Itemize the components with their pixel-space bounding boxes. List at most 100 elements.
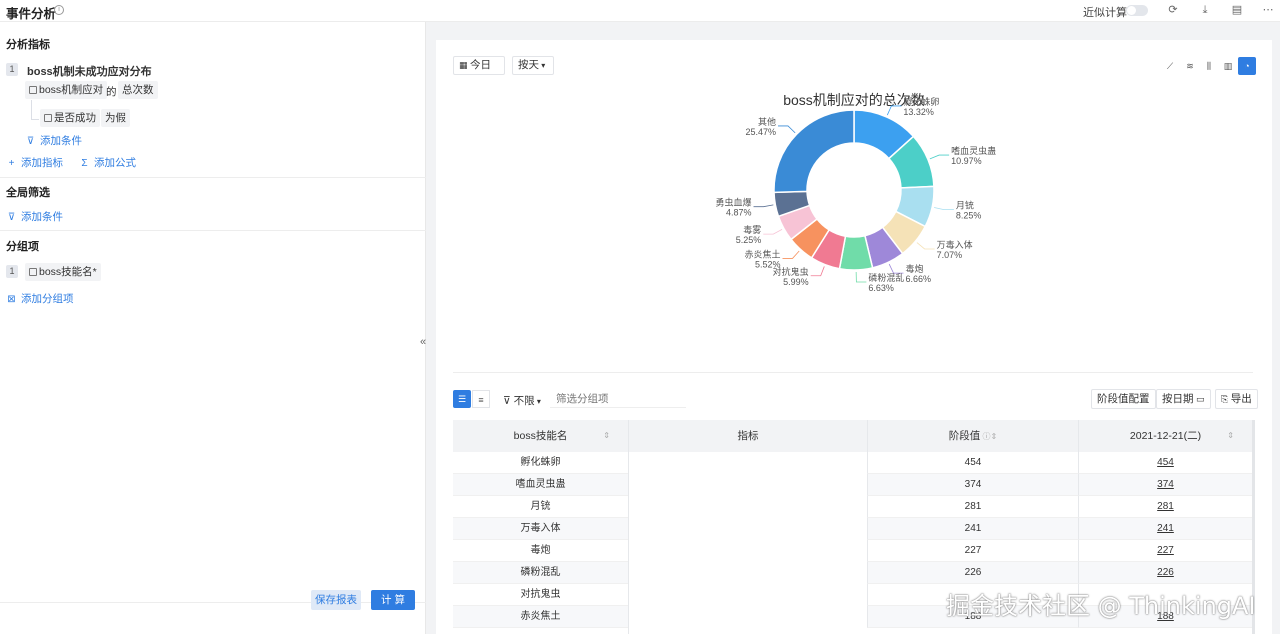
export-button[interactable]: ⎘ 导出 (1215, 389, 1258, 409)
table-row-stage-value: 241 (867, 518, 1078, 540)
sort-icon[interactable]: ⇕ (603, 420, 610, 452)
table-row-name: 万毒入体 (453, 518, 628, 540)
column-header-metric: 指标 (628, 420, 867, 452)
slice-percent-label: 5.99% (783, 277, 809, 287)
filter-icon: ⊽ (26, 136, 35, 147)
label-leader-line (916, 242, 935, 250)
global-add-condition-link[interactable]: ⊽ 添加条件 (6, 209, 63, 224)
slice-label: 赤炎焦土 (744, 248, 780, 259)
download-icon[interactable]: ⤓ (1198, 3, 1212, 17)
sort-icon[interactable]: ⇕ (991, 432, 998, 441)
table-row-stage-value: 227 (867, 540, 1078, 562)
slice-label: 毒炮 (905, 263, 923, 274)
calculate-button[interactable]: 计 算 (371, 590, 415, 610)
slice-percent-label: 13.32% (903, 107, 934, 117)
info-icon[interactable]: i (54, 5, 64, 15)
group-filter-dropdown[interactable]: ⊽ 不限 ▾ (503, 393, 541, 408)
label-leader-line (929, 154, 950, 160)
stage-config-button[interactable]: 阶段值配置 (1091, 389, 1156, 409)
refresh-icon[interactable]: ⟳ (1166, 3, 1180, 17)
divider (0, 177, 426, 178)
table-row-name: 月铳 (453, 496, 628, 518)
slice-percent-label: 8.25% (956, 211, 982, 221)
export-label: 导出 (1230, 393, 1252, 405)
table-row-day-value[interactable]: 227 (1078, 540, 1252, 562)
slice-label: 毒雾 (743, 224, 761, 235)
label-leader-line (782, 250, 800, 259)
collapse-panel-icon[interactable]: « (420, 336, 426, 348)
add-formula-link[interactable]: Σ 添加公式 (79, 155, 136, 170)
slice-percent-label: 4.87% (726, 208, 752, 218)
column-header-name[interactable]: boss技能名 ⇕ (453, 420, 628, 452)
sort-icon[interactable]: ⇕ (1227, 420, 1234, 452)
table-row-stage-value: 374 (867, 474, 1078, 496)
calendar-icon: ▭ (1193, 394, 1205, 404)
table-row-day-value[interactable]: 226 (1078, 562, 1252, 584)
label-leader-line (934, 207, 954, 210)
table-row-stage-value: 281 (867, 496, 1078, 518)
column-divider (628, 452, 629, 634)
filter-property-chip[interactable]: 是否成功 (40, 109, 100, 127)
slice-label: 勇虫血爆 (716, 197, 752, 208)
divider (453, 372, 1253, 373)
export-icon: ⎘ (1221, 394, 1231, 404)
save-icon[interactable]: ▤ (1230, 3, 1244, 17)
label-leader-line (886, 105, 902, 116)
label-leader-line (763, 228, 783, 235)
slice-label: 嗜血灵虫蛊 (951, 145, 996, 156)
by-date-button[interactable]: 按日期 ▭ (1156, 389, 1211, 409)
column-header-label: 2021-12-21(二) (1129, 430, 1202, 442)
column-header-date[interactable]: 2021-12-21(二) ⇕ (1078, 420, 1252, 452)
label-leader-line (810, 266, 825, 277)
event-chip-label: boss机制应对 (39, 84, 104, 96)
top-bar: 事件分析 i 近似计算 ⟳ ⤓ ▤ ⋯ (0, 0, 1280, 22)
slice-percent-label: 6.66% (905, 274, 931, 284)
add-metric-link[interactable]: + 添加指标 (6, 155, 63, 170)
group-icon: ⊠ (7, 294, 16, 305)
group-chip-label: boss技能名* (39, 266, 97, 278)
filter-icon: ⊽ (7, 212, 16, 223)
pie-slice[interactable] (773, 109, 855, 194)
approx-calc-toggle[interactable] (1126, 5, 1148, 16)
slice-percent-label: 7.07% (937, 250, 963, 260)
by-date-label: 按日期 (1162, 393, 1194, 405)
table-row-day-value[interactable]: 454 (1078, 452, 1252, 474)
sigma-icon: Σ (81, 158, 88, 169)
table-row-day-value[interactable]: 241 (1078, 518, 1252, 540)
add-group-link[interactable]: ⊠ 添加分组项 (6, 291, 73, 306)
slice-percent-label: 6.63% (868, 283, 894, 293)
tree-connector (31, 100, 39, 120)
plus-icon: + (8, 158, 15, 169)
filter-value-chip[interactable]: 为假 (101, 109, 130, 127)
add-condition-link[interactable]: ⊽ 添加条件 (25, 133, 82, 148)
info-icon: ⓘ (980, 432, 991, 441)
filter-property-label: 是否成功 (54, 112, 96, 124)
event-chip[interactable]: boss机制应对 (25, 81, 108, 99)
slice-percent-label: 5.52% (755, 259, 781, 269)
table-row-name: 嗜血灵虫蛊 (453, 474, 628, 496)
group-chip[interactable]: boss技能名* (25, 263, 101, 281)
aggregation-chip[interactable]: 总次数 (118, 81, 158, 99)
metrics-section-title: 分析指标 (6, 39, 50, 51)
save-report-button[interactable]: 保存报表 (311, 590, 361, 610)
column-header-stage[interactable]: 阶段值 ⓘ⇕ (867, 420, 1078, 452)
list-view-icon[interactable]: ≡ (472, 390, 490, 408)
table-view-icon[interactable]: ☰ (453, 390, 471, 408)
table-row-name: 对抗鬼虫 (453, 584, 628, 606)
watermark: 掘金技术社区 @ ThinkingAI (946, 592, 1256, 620)
approx-calc-label: 近似计算 (1083, 7, 1127, 19)
main-panel: ▦ 今日 按天 ▾ ⟋ ≋ ⫼ ▥ ◔ boss机制应对的总次数 孵化蛛卵 13.… (436, 40, 1272, 634)
table-row-name: 赤炎焦土 (453, 606, 628, 628)
divider (0, 602, 426, 603)
group-section-title: 分组项 (6, 241, 39, 253)
table-row-day-value[interactable]: 374 (1078, 474, 1252, 496)
metric-name[interactable]: boss机制未成功应对分布 (27, 63, 152, 79)
more-icon[interactable]: ⋯ (1261, 3, 1275, 17)
table-row-day-value[interactable]: 281 (1078, 496, 1252, 518)
filter-group-input[interactable] (550, 390, 686, 408)
table-row-name: 毒炮 (453, 540, 628, 562)
slice-label: 月铳 (956, 200, 974, 211)
label-leader-line (753, 204, 774, 208)
global-add-condition-label: 添加条件 (21, 211, 63, 223)
left-panel: 分析指标 1 boss机制未成功应对分布 boss机制应对 的 总次数 是否成功… (0, 22, 426, 634)
